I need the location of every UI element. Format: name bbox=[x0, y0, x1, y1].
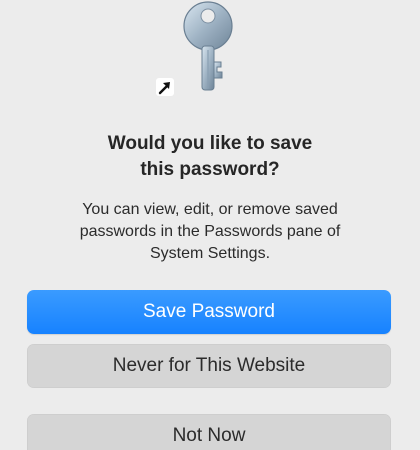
key-icon bbox=[183, 1, 233, 91]
dialog-message-line-2: passwords in the Passwords pane of bbox=[79, 223, 341, 240]
dialog-message: You can view, edit, or remove saved pass… bbox=[30, 199, 390, 265]
save-password-dialog: Would you like to save this password? Yo… bbox=[0, 0, 420, 450]
dialog-message-line-1: You can view, edit, or remove saved bbox=[82, 201, 338, 218]
dialog-title-line-2: this password? bbox=[140, 159, 280, 180]
dialog-title-line-1: Would you like to save bbox=[107, 133, 313, 154]
alias-arrow-icon bbox=[156, 78, 174, 96]
save-password-button[interactable]: Save Password bbox=[27, 290, 391, 334]
dialog-icon-area bbox=[150, 0, 270, 100]
dialog-title: Would you like to save this password? bbox=[20, 131, 400, 183]
not-now-button[interactable]: Not Now bbox=[27, 414, 391, 450]
dialog-message-line-3: System Settings. bbox=[149, 245, 271, 262]
never-for-this-website-button[interactable]: Never for This Website bbox=[27, 344, 391, 388]
